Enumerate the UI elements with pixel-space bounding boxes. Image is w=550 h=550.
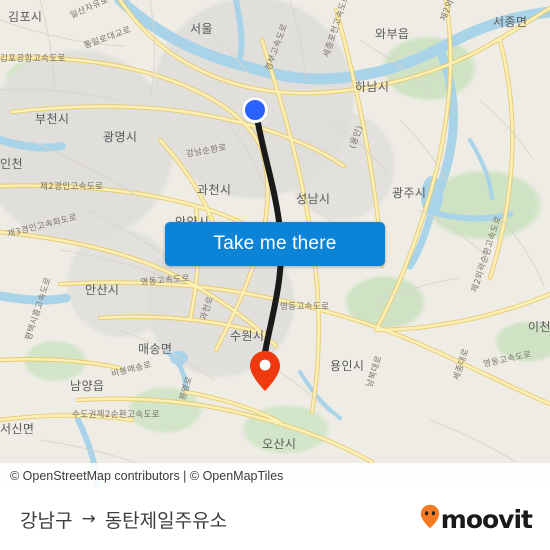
- moovit-trip-card: 김포시서울와부읍서종면하남시부천시광명시인천과천시성남시광주시안양시안산시수원시…: [0, 0, 550, 550]
- map-label: 인천: [0, 157, 23, 171]
- arrow-right-icon: →: [81, 508, 96, 529]
- destination-pin[interactable]: [249, 350, 281, 392]
- map-label: 서울: [190, 22, 213, 36]
- map-label: 수도권제2순환고속도로: [72, 410, 161, 420]
- moovit-logo[interactable]: moovit: [420, 504, 533, 534]
- map-label: 김포공항고속도로: [0, 54, 66, 64]
- map-label: 김포시: [8, 10, 43, 24]
- map-label: 제2경인고속도로: [40, 182, 104, 192]
- map-label: 광명시: [103, 130, 138, 144]
- trip-destination-label: 동탄제일주유소: [104, 509, 228, 532]
- take-me-there-button[interactable]: Take me there: [165, 222, 385, 266]
- moovit-wordmark: moovit: [440, 504, 533, 534]
- map-label: 이천: [528, 320, 550, 334]
- map-label: 성남시: [296, 192, 331, 206]
- map-label: 영동고속도로: [280, 302, 330, 312]
- map-label: 안산시: [85, 283, 120, 297]
- trip-origin-label: 강남구: [20, 509, 73, 532]
- map-label: 과천시: [197, 183, 232, 197]
- map-label: 용인시: [330, 359, 365, 373]
- map-label: 광주시: [392, 186, 427, 200]
- map-label: 와부읍: [375, 27, 410, 41]
- map-attribution: © OpenStreetMap contributors | © OpenMap…: [0, 463, 550, 488]
- map-label: 서종면: [493, 15, 528, 29]
- map-label: 서신면: [0, 422, 35, 436]
- map-label: 부천시: [35, 112, 70, 126]
- attribution-text: © OpenStreetMap contributors | © OpenMap…: [10, 468, 284, 483]
- origin-dot[interactable]: [242, 97, 268, 123]
- map-label: 수원시: [230, 329, 265, 343]
- map-label: 오산시: [262, 437, 297, 451]
- map-label: 매송면: [138, 342, 173, 356]
- map-canvas[interactable]: 김포시서울와부읍서종면하남시부천시광명시인천과천시성남시광주시안양시안산시수원시…: [0, 0, 550, 488]
- trip-footer: 강남구 → 동탄제일주유소 moovit: [0, 488, 550, 550]
- map-label: 남양읍: [70, 379, 105, 393]
- map-label: 하남시: [355, 80, 390, 94]
- trip-summary: 강남구 → 동탄제일주유소: [20, 506, 227, 533]
- moovit-pin-icon: [420, 504, 440, 534]
